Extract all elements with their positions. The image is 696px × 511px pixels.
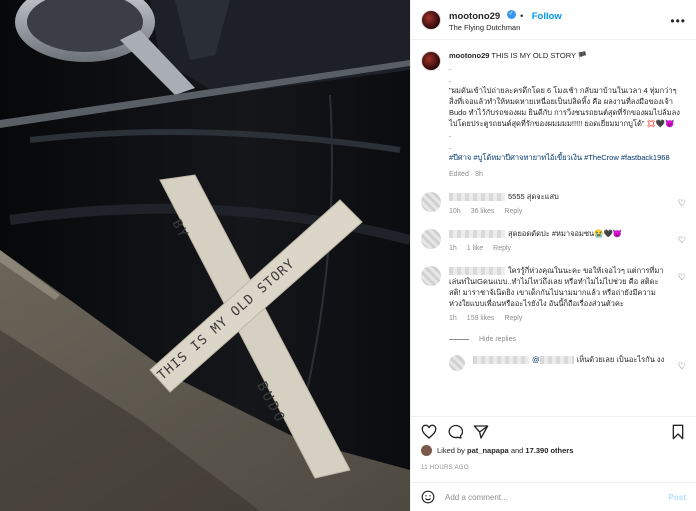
comment-likes[interactable]: 1 like [467,245,483,252]
hide-replies-button[interactable]: Hide replies [449,336,686,343]
comment-like-icon[interactable]: ♡ [678,272,686,283]
emoji-icon[interactable] [421,490,435,504]
verified-badge-icon: ✓ [506,10,516,20]
commenter-avatar[interactable] [421,192,441,213]
post-comment-button[interactable]: Post [669,493,686,502]
comment-like-icon[interactable]: ♡ [678,198,686,209]
more-options-icon[interactable]: ••• [670,14,686,28]
caption-dot: . [449,74,452,84]
follow-button[interactable]: Follow [532,11,562,22]
author-avatar[interactable] [421,9,441,30]
commenter-avatar[interactable] [421,266,441,287]
blurred-username [449,267,505,276]
reply-like-icon[interactable]: ♡ [678,361,686,372]
hide-replies-label[interactable]: Hide replies [479,336,516,343]
caption-hashtags[interactable]: #ปีศาจ #บูโด้หมาปีศาจทายาทไอ้เขี้ยวเงิน … [449,153,686,164]
reply-button[interactable]: Reply [504,315,522,322]
reply-mention[interactable]: @ [532,355,540,364]
blurred-username [473,356,529,365]
reply-button[interactable]: Reply [504,208,522,215]
replier-avatar[interactable] [449,355,465,372]
author-username[interactable]: mootono29 [449,11,500,22]
comment-age: 1h [449,314,457,322]
post-photo: BY THIS IS MY OLD STORY BUDO [0,0,410,511]
caption-dot: . [449,130,452,140]
comment-age: 10h [449,208,461,216]
comment-likes[interactable]: 159 likes [467,315,495,322]
comments-scroll[interactable]: mootono29 THIS IS MY OLD STORY 🏴 . . "ผม… [411,41,696,416]
add-comment-bar: Post [411,482,696,511]
caption: mootono29 THIS IS MY OLD STORY 🏴 . . "ผม… [421,51,686,180]
comment-item: สุดยอดดัดปะ #หมาจอมซน😭🖤😈 1h 1 like Reply ♡ [421,229,686,254]
post-detail-pane: mootono29 ✓ • Follow The Flying Dutchman… [410,0,696,511]
like-icon[interactable] [421,424,437,440]
comment-icon[interactable] [447,424,463,440]
comment-item: ใครรู้กี่ห่วงคุณในนะคะ ขอให้เจอไวๆ แต่กา… [421,266,686,324]
share-icon[interactable] [473,424,489,440]
caption-dot: . [449,142,452,152]
caption-dot: . [449,62,452,72]
blurred-username [449,230,505,239]
reply-text: เห็นด้วยเลย เป็นอะไรกัน งง [576,355,665,365]
post-header: mootono29 ✓ • Follow The Flying Dutchman… [411,0,696,40]
caption-body: "ผมดันเข้าไปถ่ายละครดึกโดย 6 โมงเช้า กลั… [449,85,680,128]
reply-button[interactable]: Reply [493,245,511,252]
caption-head: THIS IS MY OLD STORY 🏴 [491,51,588,60]
likes-summary: Liked by pat_napapa and 17.390 others [421,445,686,456]
likes-count[interactable]: 17.390 others [525,446,573,455]
caption-avatar[interactable] [421,51,441,71]
action-bar [411,416,696,446]
likes-prefix: Liked by [437,446,465,455]
comment-item: 5555 สุดจะแสบ 10h 36 likes Reply ♡ [421,192,686,217]
edited-label: Edited · 8h [449,171,483,179]
comment-text: 5555 สุดจะแสบ [508,192,559,202]
bookmark-icon[interactable] [670,424,686,440]
comment-likes[interactable]: 36 likes [471,208,495,215]
comment-input[interactable] [445,492,669,502]
car-tape-photo [0,0,410,511]
likes-and: and [510,446,524,455]
liker-avatar[interactable] [421,445,432,456]
caption-username[interactable]: mootono29 [449,51,489,60]
comment-age: 1h [449,245,457,253]
comment-text: สุดยอดดัดปะ #หมาจอมซน😭🖤😈 [508,229,623,239]
comment-like-icon[interactable]: ♡ [678,235,686,246]
post-timestamp: 11 HOURS AGO [421,465,469,471]
liker-username[interactable]: pat_napapa [467,446,509,455]
blurred-username [449,193,505,202]
commenter-avatar[interactable] [421,229,441,250]
reply-item: @ เห็นด้วยเลย เป็นอะไรกัน งง ♡ [449,355,686,372]
blurred-mention [539,356,574,365]
post-location[interactable]: The Flying Dutchman [449,24,562,33]
